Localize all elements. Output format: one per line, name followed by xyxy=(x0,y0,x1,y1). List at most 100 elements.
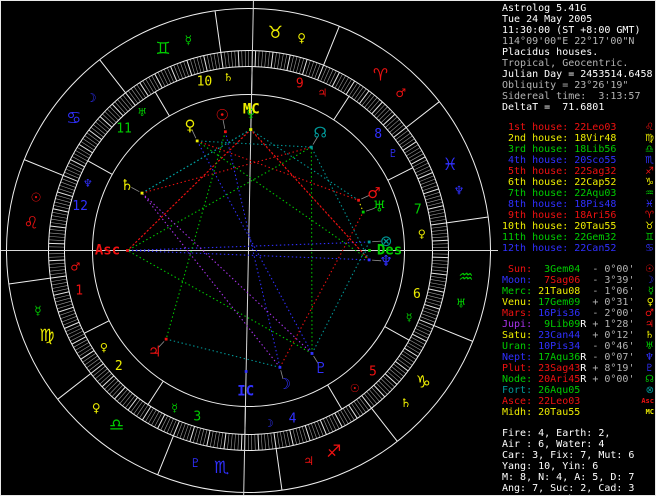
angle-label-mc: MC xyxy=(243,102,260,118)
degree-tick xyxy=(163,417,171,432)
degree-tick xyxy=(270,433,273,450)
degree-tick xyxy=(412,333,427,342)
sign-icon: ♐ xyxy=(645,166,654,177)
house-ruler-icon: ♇ xyxy=(388,147,398,160)
house-row: 6th house: 22Cap52 ♑ xyxy=(502,177,654,188)
degree-tick xyxy=(61,316,77,323)
text-segment: 23Can44 xyxy=(538,330,581,341)
degree-tick xyxy=(267,51,270,68)
sign-ruler-icon: ♆ xyxy=(454,183,465,197)
text-segment: Node: xyxy=(502,374,539,385)
degree-tick xyxy=(227,51,230,68)
degree-tick xyxy=(323,67,331,83)
degree-tick xyxy=(99,116,113,128)
text-segment: Placidus houses. xyxy=(502,47,599,58)
stats-line: Ang: 7, Suc: 2, Cad: 3 xyxy=(502,483,654,494)
degree-tick xyxy=(70,159,85,168)
text-segment: 22Leo03 xyxy=(538,396,581,407)
degree-tick xyxy=(106,380,119,393)
text-segment: 20Tau55 xyxy=(574,221,617,232)
degree-tick xyxy=(82,353,97,363)
degree-tick xyxy=(380,111,393,124)
header-line: Tue 24 May 2005 xyxy=(502,14,654,25)
text-segment: Nept: xyxy=(502,352,539,363)
text-segment: Astrolog 5.41G xyxy=(502,3,587,14)
degree-tick xyxy=(157,72,166,87)
house-row: 8th house: 18Pis48 ♓ xyxy=(502,199,654,210)
stats-line: Fire: 4, Earth: 2, xyxy=(502,428,654,439)
degree-tick xyxy=(351,402,361,417)
degree-tick xyxy=(254,434,256,451)
degree-tick xyxy=(399,135,413,146)
degree-tick xyxy=(286,54,291,71)
degree-tick xyxy=(356,399,367,413)
sign-icon: ♌ xyxy=(645,122,654,133)
degree-tick xyxy=(292,56,298,73)
degree-tick xyxy=(273,52,277,69)
text-segment: Fort: xyxy=(502,385,539,396)
wheel-svg: ♈♂♉ ♀♊ ☿♋☽♌☉♍☿♎♀♏♇♐♃♑♄♒♅♓♆1♂2♀3☿4☽5☉6☿7♀8♇… xyxy=(1,1,505,495)
degree-tick xyxy=(277,52,281,69)
degree-tick xyxy=(167,67,175,83)
text-segment: Tue 24 May 2005 xyxy=(502,14,593,25)
text-segment: 20Tau55 xyxy=(538,407,581,418)
degree-tick xyxy=(345,406,355,421)
text-segment: 11th house: xyxy=(502,232,575,243)
house-row: 12th house: 22Can52 ♋ xyxy=(502,243,654,254)
degree-tick xyxy=(139,404,149,419)
degree-tick xyxy=(68,162,84,170)
sign-ruler-icon: ☉ xyxy=(31,190,42,204)
text-segment: Jupi: xyxy=(502,319,539,330)
degree-tick xyxy=(340,409,349,424)
position-dot xyxy=(278,365,282,369)
house-row: 1st house: 22Leo03 ♌ xyxy=(502,122,654,133)
degree-tick xyxy=(145,407,154,422)
text-segment: Julian Day = 2453514.6458 xyxy=(502,69,653,80)
aspect-line-tri xyxy=(196,140,370,261)
text-segment: 20Sco55 xyxy=(574,155,617,166)
degree-tick xyxy=(413,162,429,171)
degree-tick xyxy=(358,90,370,104)
degree-tick xyxy=(402,141,417,151)
degree-tick xyxy=(366,391,378,405)
degree-tick xyxy=(88,129,102,141)
degree-tick xyxy=(109,106,122,119)
degree-tick xyxy=(334,412,343,428)
planet-row: Plut: 23Sag43 R + 8°19' ♇ xyxy=(502,363,654,374)
degree-tick xyxy=(102,113,115,126)
text-segment: 22Cap52 xyxy=(574,177,617,188)
text-segment: 26Aqu05 xyxy=(538,385,581,396)
degree-tick xyxy=(71,156,87,165)
header-line: 11:30:00 (ST +8:00 GMT) xyxy=(502,25,654,36)
degree-tick xyxy=(348,404,358,419)
house-number-4: 4 xyxy=(289,411,297,426)
degree-tick xyxy=(53,205,70,210)
text-segment: 20Ari45 xyxy=(538,374,581,385)
sign-ruler-icon: ♂ xyxy=(395,86,406,100)
degree-tick xyxy=(432,243,449,245)
stats-line: Car: 3, Fix: 7, Mut: 6 xyxy=(502,450,654,461)
degree-tick xyxy=(317,64,325,81)
degree-tick xyxy=(92,365,106,377)
degree-tick xyxy=(345,80,356,95)
degree-tick xyxy=(431,232,448,235)
degree-tick xyxy=(380,378,393,390)
header-line: Sidereal time: 3:13:57 xyxy=(502,91,654,102)
planet-row: Asce: 22Leo03 Asc xyxy=(502,396,654,407)
degree-tick xyxy=(70,333,85,342)
degree-tick xyxy=(224,51,227,68)
text-segment: 10Pis34 xyxy=(538,341,581,352)
house-number-5: 5 xyxy=(369,365,377,380)
degree-tick xyxy=(78,347,93,357)
text-segment: 9th house: xyxy=(502,210,575,221)
degree-tick xyxy=(240,434,243,451)
degree-tick xyxy=(385,116,398,128)
sign-ruler-icon: ♀ xyxy=(92,401,101,415)
text-segment: Asce: xyxy=(502,396,539,407)
degree-tick xyxy=(49,272,66,275)
sign-glyph-capricorn: ♑ xyxy=(416,372,431,392)
degree-tick xyxy=(432,259,449,262)
degree-tick xyxy=(351,84,361,99)
